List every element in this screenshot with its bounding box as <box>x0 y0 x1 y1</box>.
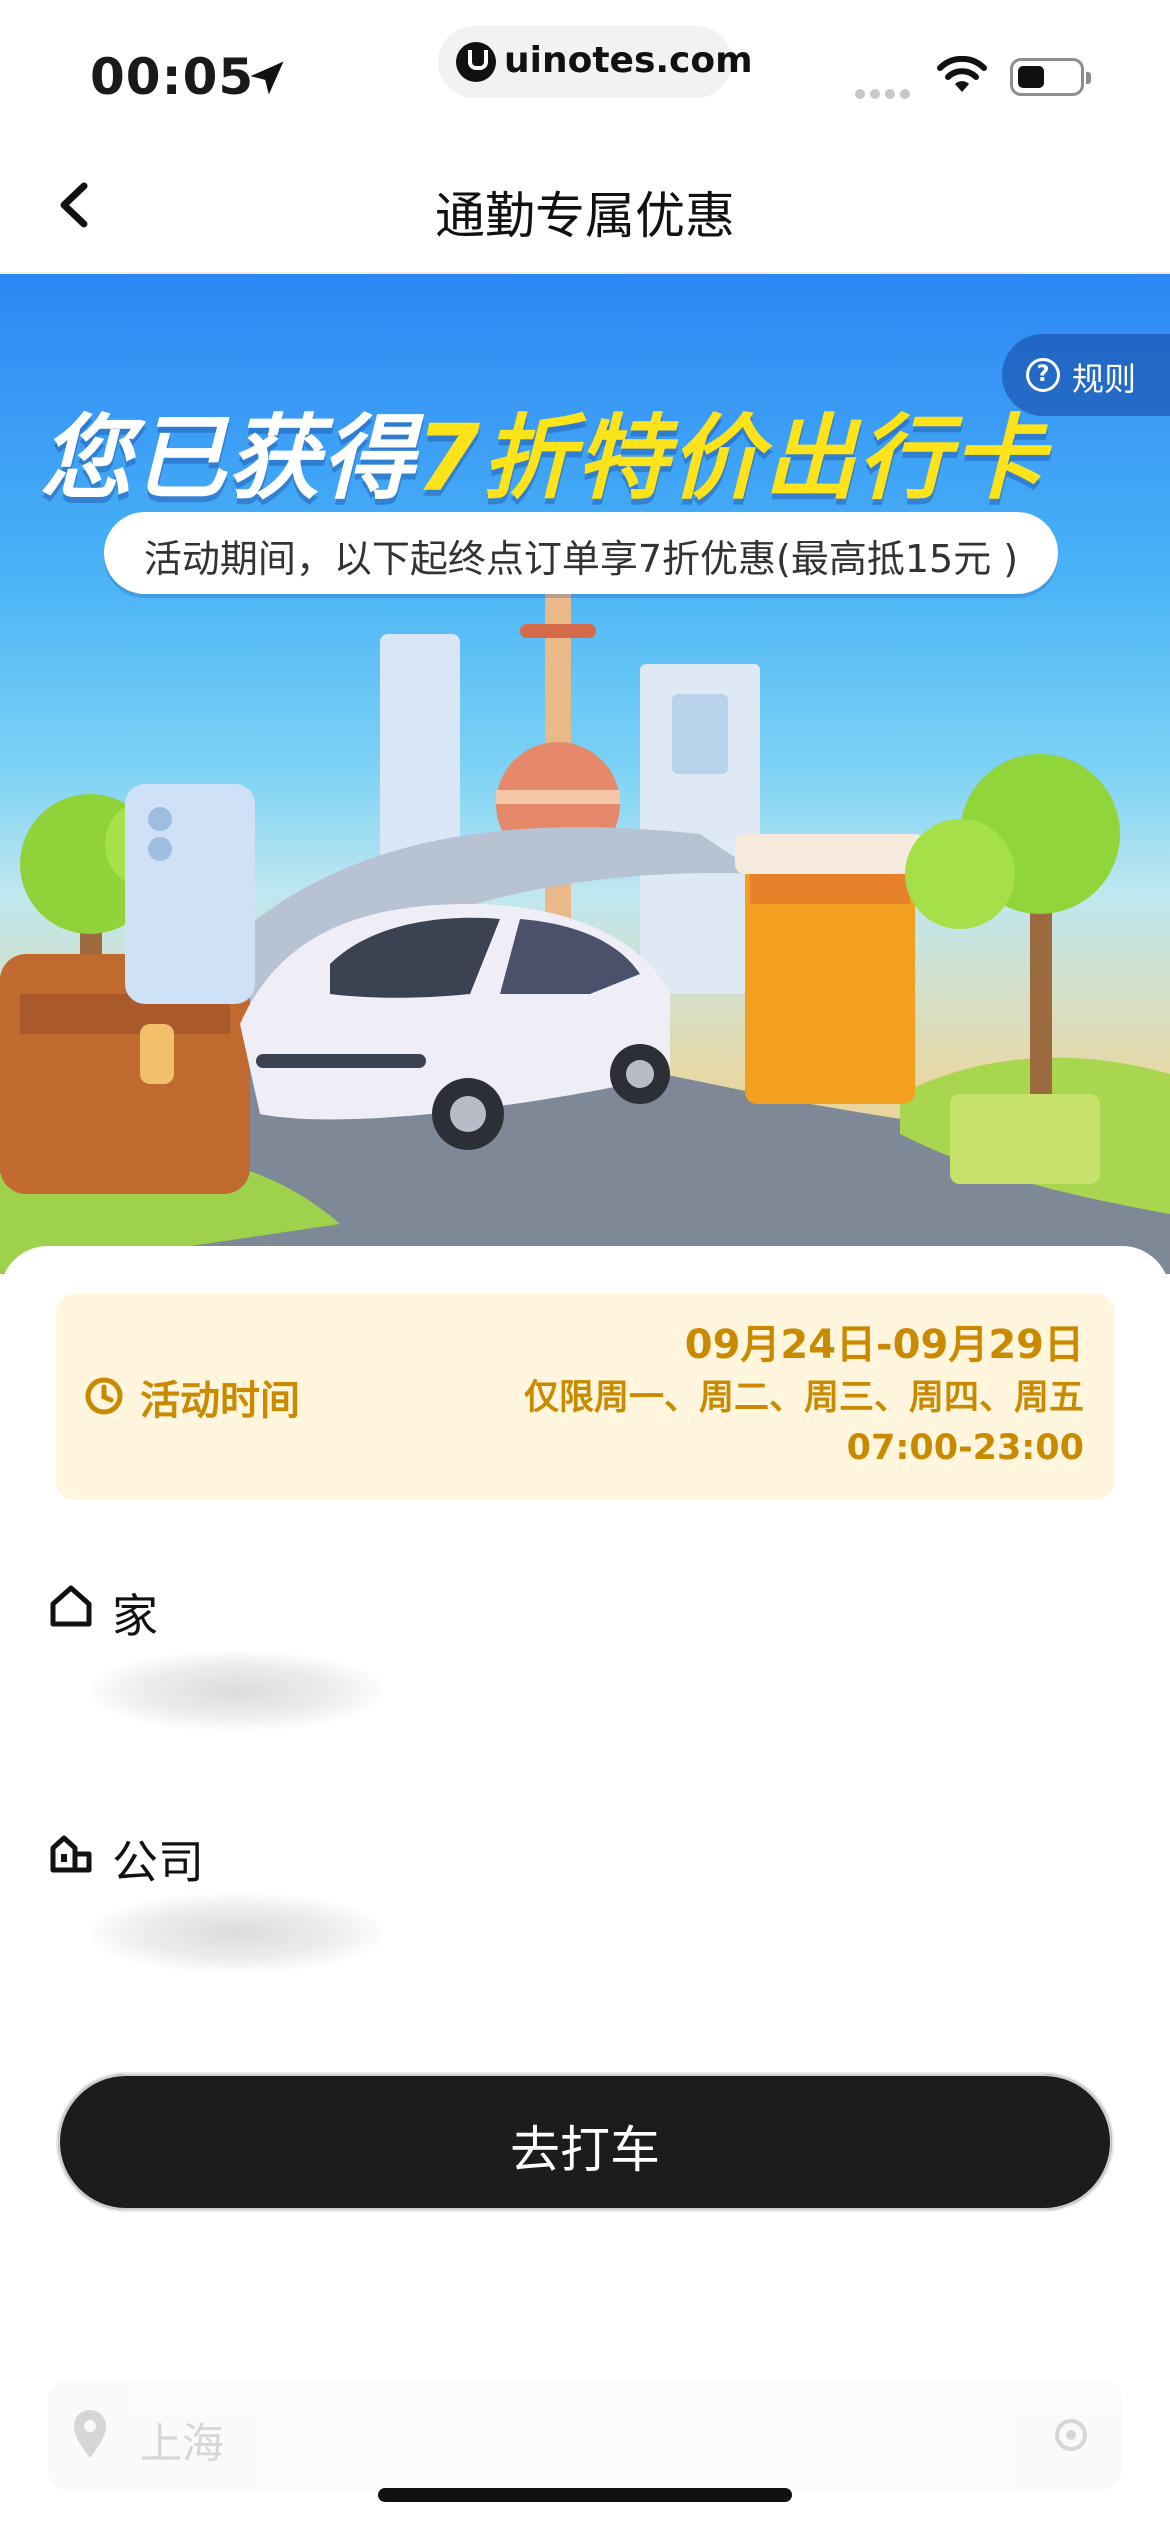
activity-time-label: 活动时间 <box>140 1378 300 1424</box>
domain-pill[interactable]: uinotes.com <box>438 26 753 98</box>
promo-banner: ? 规则 您已获得7折特价出行卡 活动期间，以下起终点订单享7折优惠(最高抵15… <box>0 274 1170 1274</box>
address-home-value-blurred <box>92 1652 382 1730</box>
activity-hours: 07:00-23:00 <box>846 1428 1084 1468</box>
go-taxi-button[interactable]: 去打车 <box>56 2072 1114 2212</box>
promo-headline: 您已获得7折特价出行卡 <box>40 384 1140 517</box>
promo-subtitle-pill: 活动期间，以下起终点订单享7折优惠(最高抵15元 ) <box>104 512 1058 594</box>
city-location-bar[interactable]: 上海 <box>48 2380 1122 2490</box>
city-name: 上海 <box>140 2419 225 2468</box>
activity-time-details: 09月24日-09月29日 仅限周一、周二、周三、周四、周五 07:00-23:… <box>524 1318 1084 1472</box>
domain-text: uinotes.com <box>504 40 753 81</box>
address-home-title: 家 <box>112 1589 158 1643</box>
home-icon <box>50 1585 92 1627</box>
activity-date-range: 09月24日-09月29日 <box>684 1322 1084 1368</box>
headline-prefix: 您已获得 <box>40 405 417 512</box>
activity-time-box: 活动时间 09月24日-09月29日 仅限周一、周二、周三、周四、周五 07:0… <box>56 1294 1114 1500</box>
address-company-value-blurred <box>92 1894 382 1972</box>
location-pin-icon <box>74 2410 106 2458</box>
clock-icon <box>85 1377 123 1415</box>
site-logo-icon <box>456 42 496 82</box>
office-building-icon <box>50 1835 92 1873</box>
city-commute-illustration <box>0 574 1170 1274</box>
go-taxi-label: 去打车 <box>510 2121 660 2179</box>
cellular-signal-icon <box>855 84 915 99</box>
address-home[interactable]: 家 <box>48 1580 748 1780</box>
page-title: 通勤专属优惠 <box>435 187 735 245</box>
promo-subtitle: 活动期间，以下起终点订单享7折优惠(最高抵15元 ) <box>143 537 1019 581</box>
battery-icon <box>1010 58 1091 96</box>
status-time: 00:05 <box>90 48 255 106</box>
address-company-title: 公司 <box>112 1835 204 1889</box>
content-card: 活动时间 09月24日-09月29日 仅限周一、周二、周三、周四、周五 07:0… <box>0 1246 1170 2532</box>
address-company[interactable]: 公司 <box>48 1826 748 2026</box>
status-bar: 00:05 uinotes.com <box>0 0 1170 140</box>
activity-days: 仅限周一、周二、周三、周四、周五 <box>523 1378 1084 1418</box>
location-arrow-icon <box>250 61 284 95</box>
home-indicator <box>378 2488 792 2502</box>
headline-highlight: 7折特价出行卡 <box>416 405 1047 512</box>
nav-bar: 通勤专属优惠 <box>0 140 1170 274</box>
wifi-icon <box>937 56 987 92</box>
locate-me-icon[interactable] <box>1046 2410 1096 2460</box>
